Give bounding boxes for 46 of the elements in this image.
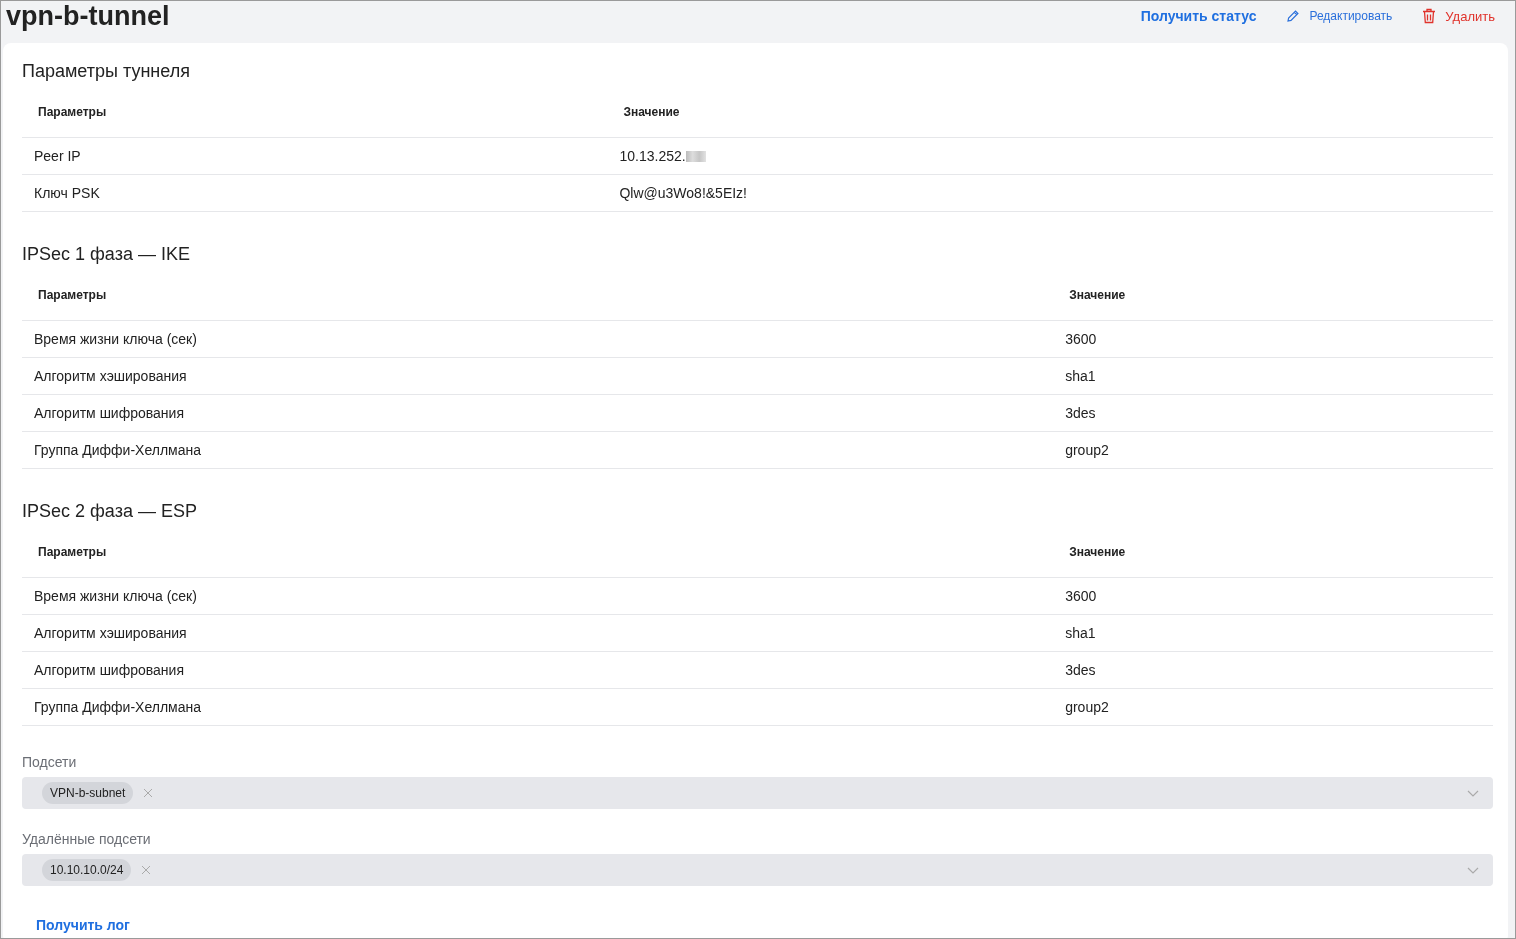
page-title: vpn-b-tunnel	[6, 1, 170, 31]
chevron-down-icon[interactable]	[1467, 789, 1479, 797]
trash-icon	[1422, 8, 1437, 24]
table-cell: 3des	[1065, 662, 1096, 678]
column-header: Параметры	[37, 105, 107, 119]
table-cell-text: Алгоритм шифрования	[33, 405, 185, 421]
chevron-down-icon[interactable]	[1467, 866, 1479, 874]
table-cell: Qlw@u3Wo8!&5EIz!	[619, 185, 747, 201]
table-cell-text: Алгоритм хэширования	[33, 368, 188, 384]
field-label: Удалённые подсети	[22, 831, 151, 847]
pencil-icon	[1286, 9, 1301, 23]
table-cell-text: Алгоритм хэширования	[33, 625, 188, 641]
tag-chip: VPN-b-subnet	[42, 782, 134, 804]
table-cell: 3des	[1065, 405, 1096, 421]
table-cell-text: Группа Диффи-Хеллмана	[33, 699, 202, 715]
section-title: IPSec 2 фаза — ESP	[22, 500, 197, 523]
table-cell: 10.13.252.	[619, 148, 686, 164]
multi-select-field[interactable]: 10.10.10.0/24	[22, 854, 1493, 886]
table-cell-text: Peer IP	[33, 148, 82, 164]
table-cell-text: Ключ PSK	[33, 185, 101, 201]
column-header: Значение	[1068, 545, 1126, 559]
table-cell: 3600	[1065, 588, 1097, 604]
edit-link[interactable]: Редактировать	[1286, 9, 1393, 23]
delete-link[interactable]: Удалить	[1422, 8, 1495, 24]
column-header: Значение	[622, 105, 680, 119]
remove-icon[interactable]	[141, 865, 152, 875]
field-label: Подсети	[22, 754, 77, 770]
multi-select-field[interactable]: VPN-b-subnet	[22, 777, 1493, 809]
table-cell: group2	[1065, 442, 1109, 458]
remove-icon[interactable]	[143, 788, 154, 798]
tag-chip: 10.10.10.0/24	[42, 859, 132, 881]
section-title: IPSec 1 фаза — IKE	[22, 243, 190, 266]
table-cell-text: Время жизни ключа (сек)	[33, 331, 198, 347]
table-cell-text: Время жизни ключа (сек)	[33, 588, 198, 604]
table-cell-text: Алгоритм шифрования	[33, 662, 185, 678]
table-cell: 3600	[1065, 331, 1097, 347]
table-cell: group2	[1065, 699, 1109, 715]
get-log-link[interactable]: Получить лог	[36, 917, 130, 933]
column-header: Значение	[1068, 288, 1126, 302]
column-header: Параметры	[37, 288, 107, 302]
section-title: Параметры туннеля	[22, 60, 190, 83]
table-cell-text: Группа Диффи-Хеллмана	[33, 442, 202, 458]
get-status-link[interactable]: Получить статус	[1140, 8, 1257, 24]
table-cell: sha1	[1065, 368, 1096, 384]
column-header: Параметры	[37, 545, 107, 559]
table-cell: sha1	[1065, 625, 1096, 641]
